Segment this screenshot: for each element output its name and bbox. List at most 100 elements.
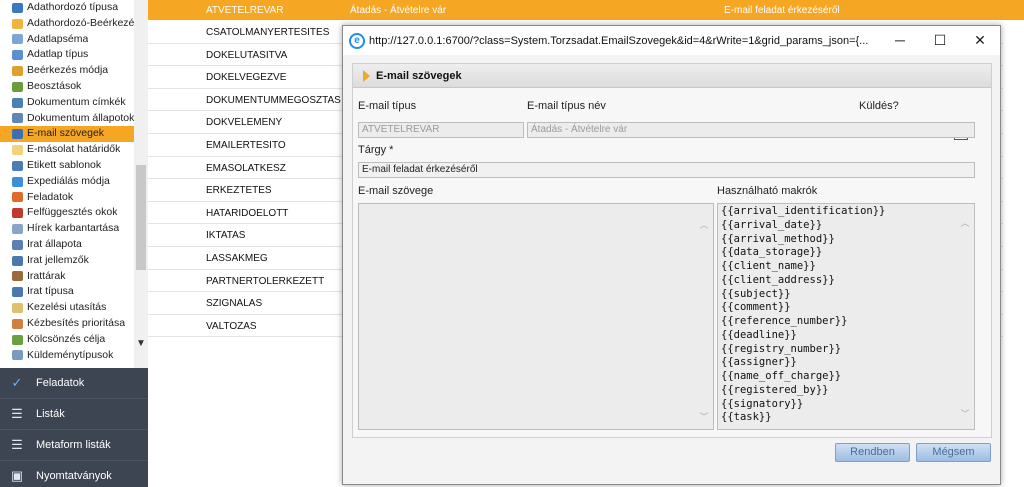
minimize-button[interactable]: ─ xyxy=(880,26,920,55)
sidebar-item[interactable]: Feladatok xyxy=(0,190,134,206)
selected-row-subject: E-mail feladat érkezéséről xyxy=(724,5,840,16)
row-code: CSATOLMANYERTESITES xyxy=(206,27,330,38)
chevron-down-icon[interactable]: ▼ xyxy=(136,338,146,352)
item-icon xyxy=(12,97,23,108)
sidebar-item[interactable]: Irattárak xyxy=(0,269,134,285)
ok-button[interactable]: Rendben xyxy=(835,443,910,462)
sidebar-item[interactable]: Dokumentum címkék xyxy=(0,95,134,111)
item-icon xyxy=(12,145,23,156)
sidebar-item[interactable]: Dokumentum állapotok xyxy=(0,111,134,127)
send-label: Küldés? xyxy=(859,100,899,112)
macro-line: {{comment}} xyxy=(721,301,791,314)
sidebar-item[interactable]: E-mail szövegek xyxy=(0,126,134,143)
sidebar-item[interactable]: Adatlapséma xyxy=(0,32,134,48)
sidebar-scrollbar[interactable]: ▼ xyxy=(134,0,148,368)
sidebar-item[interactable]: Kézbesítés prioritása xyxy=(0,316,134,332)
sidebar-item[interactable]: Adathordozó típusa xyxy=(0,0,134,16)
sidebar-item-label: Beérkezés módja xyxy=(27,64,109,77)
item-icon xyxy=(12,176,23,187)
sidebar-item-label: Küldeménytípusok xyxy=(27,348,114,361)
sidebar-item[interactable]: Kölcsönzés célja xyxy=(0,332,134,348)
panel-arrow-icon xyxy=(363,69,370,82)
sidebar-item[interactable]: Küldeménytípusok xyxy=(0,348,134,364)
dialog-url: http://127.0.0.1:6700/?class=System.Torz… xyxy=(369,34,869,47)
master-data-tree: Adathordozó típusa Adathordozó-Beérkezés A… xyxy=(0,0,134,368)
row-code: IKTATAS xyxy=(206,230,246,242)
row-code: ERKEZTETES xyxy=(206,185,272,197)
sidebar-item-label: Adatlap típus xyxy=(27,48,89,61)
sidebar-item[interactable]: Adatlap típus xyxy=(0,47,134,63)
sidebar-item-label: Adatlapséma xyxy=(27,32,89,45)
sidebar-item[interactable]: Felfüggesztés okok xyxy=(0,205,134,221)
sidebar-item[interactable]: Irat állapota xyxy=(0,237,134,253)
row-code: DOKELVEGEZVE xyxy=(206,72,287,84)
sidebar-item-label: Irat típusa xyxy=(27,285,74,298)
sidebar-item-label: Adathordozó típusa xyxy=(27,1,119,13)
sidebar-item-label: Adathordozó-Beérkezés xyxy=(27,16,134,29)
row-code: PARTNERTOLERKEZETT xyxy=(206,275,325,287)
left-sidebar: Adathordozó típusa Adathordozó-Beérkezés A… xyxy=(0,0,148,487)
row-code: VALTOZAS xyxy=(206,320,257,332)
list-icon: ☰ xyxy=(11,406,23,421)
nav-item-label: Listák xyxy=(36,408,65,420)
email-body-textarea[interactable]: ︿ ﹀ xyxy=(358,203,714,430)
row-code: SZIGNALAS xyxy=(206,298,263,310)
item-icon xyxy=(12,224,23,235)
sidebar-item[interactable]: Expediálás módja xyxy=(0,174,134,190)
sidebar-item[interactable]: Adathordozó-Beérkezés xyxy=(0,16,134,32)
chevron-down-icon[interactable]: ﹀ xyxy=(699,410,709,423)
item-icon xyxy=(12,239,23,250)
item-icon xyxy=(12,287,23,298)
row-code: DOKUMENTUMMEGOSZTAS xyxy=(206,94,341,106)
email-type-field[interactable]: ATVETELREVAR xyxy=(358,122,524,138)
sidebar-item-label: Dokumentum címkék xyxy=(27,95,126,108)
macro-line: {{assigner}} xyxy=(721,356,797,369)
dialog-titlebar[interactable]: e http://127.0.0.1:6700/?class=System.To… xyxy=(343,26,1000,55)
sidebar-item[interactable]: Beérkezés módja xyxy=(0,63,134,79)
item-icon xyxy=(12,34,23,45)
nav-item[interactable]: ☰ Listák xyxy=(0,399,148,430)
nav-item[interactable]: ▣ Nyomtatványok xyxy=(0,461,148,487)
item-icon xyxy=(12,50,23,61)
sidebar-item-label: Irat állapota xyxy=(27,237,82,250)
chevron-down-icon[interactable]: ﹀ xyxy=(960,409,970,423)
item-icon xyxy=(12,81,23,92)
subject-label: Tárgy * xyxy=(358,144,394,156)
selected-row[interactable]: ATVETELREVAR Átadás - Átvételre vár E-ma… xyxy=(148,0,1024,20)
close-button[interactable]: ✕ xyxy=(960,26,1000,55)
email-type-name-field[interactable]: Átadás - Átvételre vár xyxy=(527,122,975,138)
sidebar-item-label: Etikett sablonok xyxy=(27,158,102,171)
sidebar-item[interactable]: Irat típusa xyxy=(0,284,134,300)
sidebar-item[interactable]: Etikett sablonok xyxy=(0,158,134,174)
macro-lines: {{arrival_identification}} {{arrival_date… xyxy=(721,205,956,425)
chevron-up-icon[interactable]: ︿ xyxy=(699,218,709,231)
nav-item[interactable]: ✓ Feladatok xyxy=(0,368,148,399)
sidebar-item[interactable]: Kezelési utasítás xyxy=(0,300,134,316)
row-code: DOKVELEMENY xyxy=(206,117,283,129)
macro-line: {{task}} xyxy=(721,411,772,424)
chevron-up-icon[interactable]: ︿ xyxy=(960,218,970,232)
scrollbar-thumb[interactable] xyxy=(136,165,146,270)
item-icon xyxy=(12,18,23,29)
cancel-button[interactable]: Mégsem xyxy=(916,443,991,462)
macro-line: {{registered_by}} xyxy=(721,383,829,396)
item-icon xyxy=(12,255,23,266)
row-code: LASSAKMEG xyxy=(206,252,268,264)
sidebar-item[interactable]: Hírek karbantartása xyxy=(0,221,134,237)
item-icon xyxy=(12,66,23,77)
macro-line: {{subject}} xyxy=(721,287,791,300)
sidebar-item[interactable]: Irat jellemzők xyxy=(0,253,134,269)
nav-item[interactable]: ☰ Metaform listák xyxy=(0,430,148,461)
sidebar-item[interactable]: Beosztások xyxy=(0,79,134,95)
macro-line: {{arrival_identification}} xyxy=(721,205,886,217)
macro-line: {{registry_number}} xyxy=(721,342,842,355)
macro-line: {{client_address}} xyxy=(721,273,835,286)
form-panel: E-mail szövegek E-mail típus E-mail típu… xyxy=(352,63,992,438)
subject-field[interactable]: E-mail feladat érkezéséről xyxy=(358,162,975,178)
maximize-button[interactable]: ☐ xyxy=(920,26,960,55)
macros-list[interactable]: {{arrival_identification}} {{arrival_date… xyxy=(717,203,975,430)
sidebar-item-label: Kölcsönzés célja xyxy=(27,332,106,345)
sidebar-item-label: Dokumentum állapotok xyxy=(27,111,134,124)
sidebar-item-label: E-mail szövegek xyxy=(27,127,105,140)
sidebar-item[interactable]: E-másolat határidők xyxy=(0,142,134,158)
